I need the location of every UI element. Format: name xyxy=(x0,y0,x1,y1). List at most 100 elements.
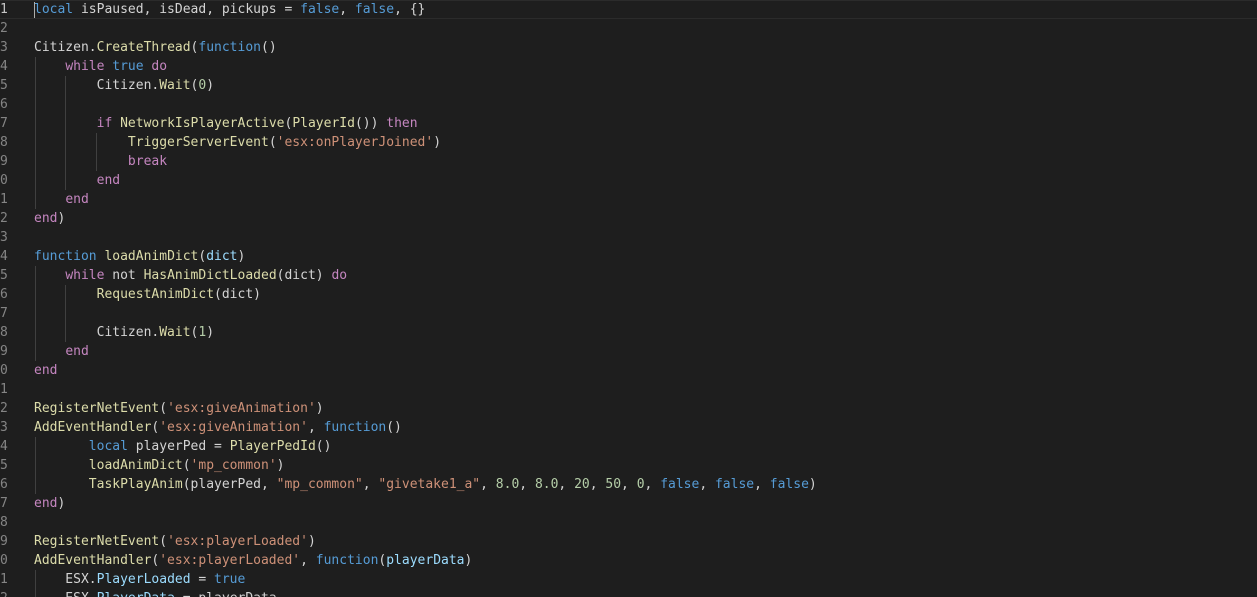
code-line[interactable]: 3 AddEventHandler('esx:giveAnimation', fu… xyxy=(0,418,1257,437)
code-token: function xyxy=(198,40,261,55)
code-line[interactable]: 1 ESX.PlayerLoaded = true xyxy=(0,570,1257,589)
code-token: break xyxy=(127,154,168,169)
code-line[interactable]: 4 while true do xyxy=(0,57,1257,76)
code-token: Citizen. xyxy=(34,78,160,93)
code-line[interactable]: 7 xyxy=(0,304,1257,323)
code-token: ) xyxy=(57,211,66,226)
code-line[interactable]: 4 local playerPed = PlayerPedId() xyxy=(0,437,1257,456)
code-line[interactable]: 2 end) xyxy=(0,209,1257,228)
line-code: end xyxy=(34,342,89,361)
code-token: PlayerId xyxy=(292,116,355,131)
line-code: loadAnimDict('mp_common') xyxy=(34,456,285,475)
line-number: 1 xyxy=(0,572,8,587)
code-token: 8.0 xyxy=(495,477,520,492)
code-editor[interactable]: 1 local isPaused, isDead, pickups = false… xyxy=(0,0,1257,597)
code-token: true xyxy=(112,59,144,74)
line-number: 7 xyxy=(0,116,8,131)
code-line[interactable]: 2 RegisterNetEvent('esx:giveAnimation') xyxy=(0,399,1257,418)
code-token: , {} xyxy=(394,2,426,17)
code-line[interactable]: 3 xyxy=(0,228,1257,247)
line-code: TriggerServerEvent('esx:onPlayerJoined') xyxy=(34,133,441,152)
code-token: 'esx:giveAnimation' xyxy=(159,420,308,435)
code-token: dict xyxy=(206,249,238,264)
code-line[interactable]: 9 end xyxy=(0,342,1257,361)
code-line[interactable]: 9 break xyxy=(0,152,1257,171)
code-line[interactable]: 7 if NetworkIsPlayerActive(PlayerId()) t… xyxy=(0,114,1257,133)
code-token: , xyxy=(644,477,661,492)
code-token: NetworkIsPlayerActive xyxy=(120,116,285,131)
code-token: do xyxy=(151,59,168,74)
code-token: TaskPlayAnim xyxy=(88,477,183,492)
code-token: local xyxy=(88,439,128,454)
code-line[interactable]: 2 xyxy=(0,19,1257,38)
code-token: Wait xyxy=(159,325,191,340)
line-number: 5 xyxy=(0,78,8,93)
code-line[interactable]: 0 end xyxy=(0,361,1257,380)
code-token: AddEventHandler xyxy=(34,420,152,435)
code-token: end xyxy=(34,363,58,378)
line-number: 9 xyxy=(0,534,8,549)
code-line[interactable]: 6 TaskPlayAnim(playerPed, "mp_common", "… xyxy=(0,475,1257,494)
code-token: 0 xyxy=(636,477,645,492)
code-token: isPaused, isDead, pickups = xyxy=(73,2,301,17)
code-token: then xyxy=(386,116,418,131)
code-line[interactable]: 8 TriggerServerEvent('esx:onPlayerJoined… xyxy=(0,133,1257,152)
code-line[interactable]: 0 end xyxy=(0,171,1257,190)
code-line[interactable]: 5 loadAnimDict('mp_common') xyxy=(0,456,1257,475)
code-line[interactable]: 8 Citizen.Wait(1) xyxy=(0,323,1257,342)
line-code: end) xyxy=(34,494,65,513)
code-line[interactable]: 5 while not HasAnimDictLoaded(dict) do xyxy=(0,266,1257,285)
code-line[interactable]: 1 end xyxy=(0,190,1257,209)
code-token: loadAnimDict xyxy=(88,458,183,473)
code-line[interactable]: 6 xyxy=(0,95,1257,114)
line-number: 3 xyxy=(0,420,8,435)
code-token: 'mp_common' xyxy=(190,458,277,473)
code-token: true xyxy=(214,572,246,587)
code-token: ) xyxy=(808,477,817,492)
code-token: CreateThread xyxy=(96,40,191,55)
code-token: "mp_common" xyxy=(276,477,363,492)
code-token: false xyxy=(660,477,700,492)
line-number: 1 xyxy=(0,2,8,17)
code-line[interactable]: 1 local isPaused, isDead, pickups = false… xyxy=(0,0,1257,19)
code-token: , xyxy=(480,477,496,492)
code-line[interactable]: 6 RequestAnimDict(dict) xyxy=(0,285,1257,304)
code-token: Wait xyxy=(159,78,191,93)
code-line[interactable]: 4 function loadAnimDict(dict) xyxy=(0,247,1257,266)
line-number: 8 xyxy=(0,325,8,340)
line-number: 2 xyxy=(0,211,8,226)
code-token: if xyxy=(96,116,113,131)
code-line[interactable]: 7 end) xyxy=(0,494,1257,513)
line-code: while true do xyxy=(34,57,167,76)
line-number: 0 xyxy=(0,553,8,568)
line-number: 2 xyxy=(0,401,8,416)
line-number: 8 xyxy=(0,515,8,530)
code-token: ( xyxy=(268,135,277,150)
code-line[interactable]: 1 xyxy=(0,380,1257,399)
code-token: , xyxy=(589,477,606,492)
code-token: ) xyxy=(276,458,285,473)
line-code: Citizen.Wait(1) xyxy=(34,323,214,342)
code-line[interactable]: 9 RegisterNetEvent('esx:playerLoaded') xyxy=(0,532,1257,551)
code-token: RegisterNetEvent xyxy=(34,534,160,549)
code-line[interactable]: 5 Citizen.Wait(0) xyxy=(0,76,1257,95)
code-token: end xyxy=(65,344,89,359)
line-code: if NetworkIsPlayerActive(PlayerId()) the… xyxy=(34,114,418,133)
code-token: false xyxy=(354,2,395,17)
code-token: "givetake1_a" xyxy=(378,477,481,492)
line-number: 4 xyxy=(0,249,8,264)
code-line[interactable]: 8 xyxy=(0,513,1257,532)
code-line[interactable]: 3 Citizen.CreateThread(function() xyxy=(0,38,1257,57)
code-line[interactable]: 0 AddEventHandler('esx:playerLoaded', fun… xyxy=(0,551,1257,570)
line-number: 2 xyxy=(0,589,20,597)
code-token: 8.0 xyxy=(534,477,559,492)
line-code: Citizen.CreateThread(function() xyxy=(34,38,277,57)
code-token: false xyxy=(300,2,340,17)
code-line[interactable]: 2 ESX.PlayerData = playerData xyxy=(0,589,1257,597)
